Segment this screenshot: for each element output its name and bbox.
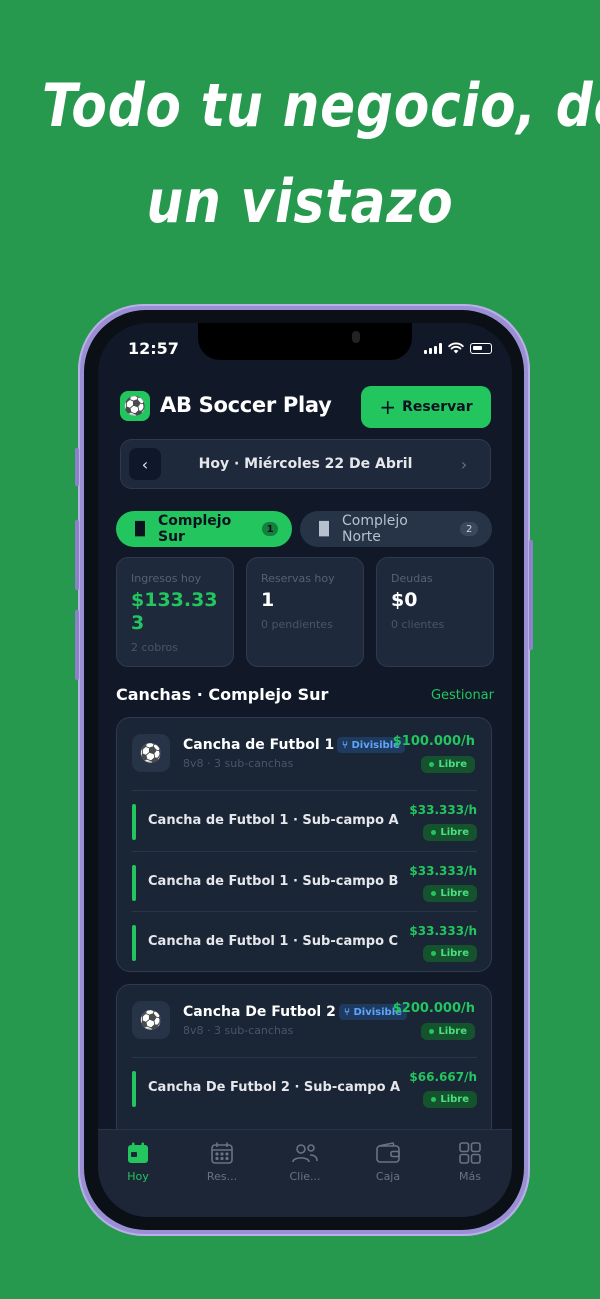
sub-court-name: Cancha de Futbol 1 · Sub-campo B — [148, 874, 399, 889]
reserve-button-label: Reservar — [402, 399, 473, 415]
nav-item-clientes[interactable]: Clie... — [275, 1140, 335, 1183]
sub-court-indicator — [132, 804, 136, 840]
headline: Todo tu negocio, de un vistazo — [42, 58, 600, 250]
reserve-button[interactable]: + Reservar — [361, 386, 491, 428]
side-button-power — [529, 540, 533, 650]
nav-label: Clie... — [289, 1170, 321, 1183]
status-time: 12:57 — [128, 339, 179, 358]
tab-label: Complejo Norte — [342, 513, 408, 545]
tab-complejo-norte[interactable]: ▐▌ Complejo Norte 2 — [300, 511, 492, 547]
soccer-ball-icon: ⚽ — [132, 1001, 170, 1039]
soccer-ball-icon: ⚽ — [132, 734, 170, 772]
stat-value: $0 — [391, 589, 418, 611]
stat-value: $133.333 — [131, 589, 218, 634]
stat-card-reservas[interactable]: Reservas hoy 1 0 pendientes — [246, 557, 364, 667]
sub-court-price: $33.333/h — [409, 924, 477, 938]
headline-line-2: un vistazo — [146, 167, 454, 237]
building-icon: ▐▌ — [130, 521, 150, 537]
status-badge-label: Libre — [440, 888, 469, 899]
sub-court-name: Cancha de Futbol 1 · Sub-campo C — [148, 934, 399, 949]
status-badge-label: Libre — [438, 1026, 467, 1037]
side-button-volume-down — [75, 610, 79, 680]
status-icons — [424, 342, 492, 354]
sub-court-row[interactable]: Cancha de Futbol 1 · Sub-campo A $33.333… — [132, 790, 477, 851]
nav-label: Hoy — [127, 1170, 149, 1183]
court-meta: 8v8 · 3 sub-canchas — [183, 1024, 294, 1037]
court-name: Cancha De Futbol 2 — [183, 1004, 336, 1020]
status-badge-label: Libre — [440, 827, 469, 838]
calendar-today-icon — [108, 1140, 168, 1166]
stat-sub: 0 pendientes — [261, 618, 333, 631]
bottom-nav: Hoy Res... Clie... Caja Más — [98, 1129, 512, 1217]
tab-label: Complejo Sur — [158, 513, 232, 545]
sub-court-row[interactable]: Cancha De Futbol 2 · Sub-campo A $66.667… — [132, 1057, 477, 1118]
sub-court-row[interactable]: Cancha de Futbol 1 · Sub-campo B $33.333… — [132, 851, 477, 912]
stat-sub: 2 cobros — [131, 641, 178, 654]
soccer-ball-icon: ⚽ — [120, 391, 150, 421]
building-icon: ▐▌ — [314, 521, 334, 537]
grid-icon — [440, 1140, 500, 1166]
sub-court-name: Cancha de Futbol 1 · Sub-campo A — [148, 813, 399, 828]
nav-label: Caja — [375, 1170, 401, 1183]
sub-court-price: $33.333/h — [409, 864, 477, 878]
section-title: Canchas · Complejo Sur — [116, 685, 329, 704]
app-title: AB Soccer Play — [160, 393, 332, 417]
date-navigator: ‹ Hoy · Miércoles 22 De Abril › — [120, 439, 491, 489]
stat-sub: 0 clientes — [391, 618, 445, 631]
phone-screen: 12:57 ⚽ AB Soccer Play + Reservar ‹ Hoy … — [98, 323, 512, 1217]
date-label[interactable]: Hoy · Miércoles 22 De Abril — [121, 456, 490, 472]
sub-court-row[interactable]: Cancha de Futbol 1 · Sub-campo C $33.333… — [132, 911, 477, 972]
sub-court-indicator — [132, 1071, 136, 1107]
stat-card-ingresos[interactable]: Ingresos hoy $133.333 2 cobros — [116, 557, 234, 667]
court-price: $100.000/h — [392, 734, 475, 749]
status-badge: Libre — [423, 824, 477, 841]
plus-icon: + — [379, 395, 397, 419]
nav-item-mas[interactable]: Más — [440, 1140, 500, 1183]
notch — [198, 323, 412, 360]
status-badge: Libre — [423, 945, 477, 962]
sub-court-indicator — [132, 925, 136, 961]
status-badge-label: Libre — [440, 948, 469, 959]
battery-icon — [470, 342, 492, 354]
stat-label: Ingresos hoy — [131, 572, 202, 585]
status-badge: Libre — [423, 1091, 477, 1108]
sub-court-name: Cancha De Futbol 2 · Sub-campo A — [148, 1080, 401, 1095]
signal-icon — [424, 342, 442, 354]
users-icon — [275, 1140, 335, 1166]
court-card[interactable]: ⚽ Cancha de Futbol 1 ⑂ Divisible 8v8 · 3… — [116, 717, 492, 972]
stat-card-deudas[interactable]: Deudas $0 0 clientes — [376, 557, 494, 667]
sub-court-price: $66.667/h — [409, 1070, 477, 1084]
court-meta: 8v8 · 3 sub-canchas — [183, 757, 294, 770]
status-badge: Libre — [423, 885, 477, 902]
nav-item-caja[interactable]: Caja — [358, 1140, 418, 1183]
stat-label: Reservas hoy — [261, 572, 335, 585]
status-badge-label: Libre — [438, 759, 467, 770]
wifi-icon — [448, 342, 464, 354]
sub-court-price: $33.333/h — [409, 803, 477, 817]
manage-link[interactable]: Gestionar — [431, 688, 494, 703]
status-badge: Libre — [421, 1023, 475, 1040]
stat-value: 1 — [261, 589, 275, 611]
nav-label: Más — [459, 1170, 481, 1183]
sub-court-indicator — [132, 865, 136, 901]
court-name: Cancha de Futbol 1 — [183, 737, 335, 753]
tab-count-badge: 2 — [460, 522, 478, 536]
tab-complejo-sur[interactable]: ▐▌ Complejo Sur 1 — [116, 511, 292, 547]
stat-label: Deudas — [391, 572, 433, 585]
side-button-mute — [75, 448, 79, 486]
tab-count-badge: 1 — [262, 522, 278, 536]
nav-label: Res... — [206, 1170, 238, 1183]
wallet-icon — [358, 1140, 418, 1166]
headline-line-1: Todo tu negocio, de — [42, 71, 600, 141]
court-price: $200.000/h — [392, 1001, 475, 1016]
side-button-volume-up — [75, 520, 79, 590]
calendar-grid-icon — [192, 1140, 252, 1166]
status-badge: Libre — [421, 756, 475, 773]
nav-item-reservas[interactable]: Res... — [192, 1140, 252, 1183]
camera-icon — [352, 331, 360, 343]
chevron-right-icon[interactable]: › — [450, 448, 478, 480]
status-badge-label: Libre — [440, 1094, 469, 1105]
nav-item-hoy[interactable]: Hoy — [108, 1140, 168, 1183]
